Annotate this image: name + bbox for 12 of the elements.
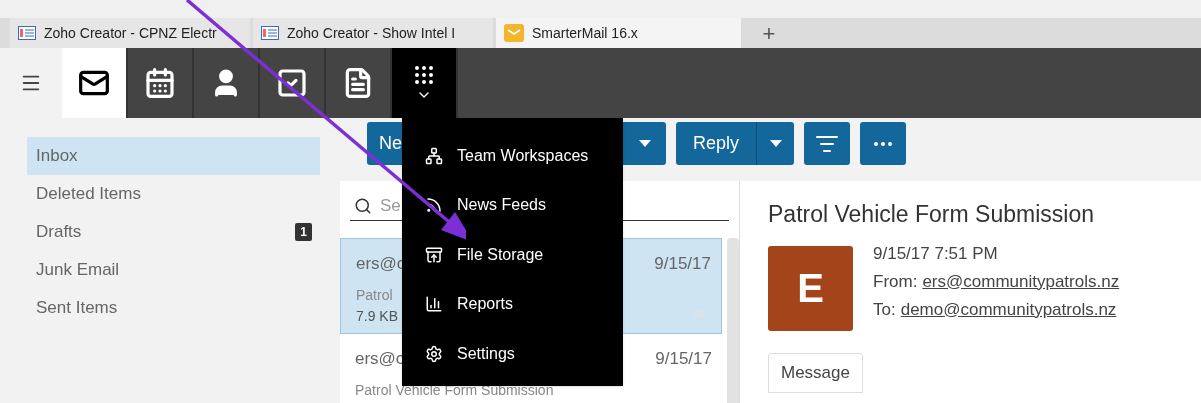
- date-text: 9/15/17: [655, 348, 712, 370]
- to-label: To:: [873, 298, 896, 321]
- date-text: 9/15/17: [654, 253, 711, 275]
- message-subject: Patrol Vehicle Form Submission: [768, 200, 1095, 229]
- sender-text: ers@c: [356, 253, 406, 275]
- sender-avatar: E: [768, 245, 853, 331]
- sender-text: ers@c: [355, 348, 405, 370]
- from-label: From:: [873, 270, 918, 293]
- date-time-text: 9/15/17 7:51 PM: [873, 242, 999, 265]
- size-text: 7.9 KB: [356, 306, 399, 326]
- subject-text: Patrol: [356, 285, 393, 305]
- count-badge: 1: [295, 223, 312, 241]
